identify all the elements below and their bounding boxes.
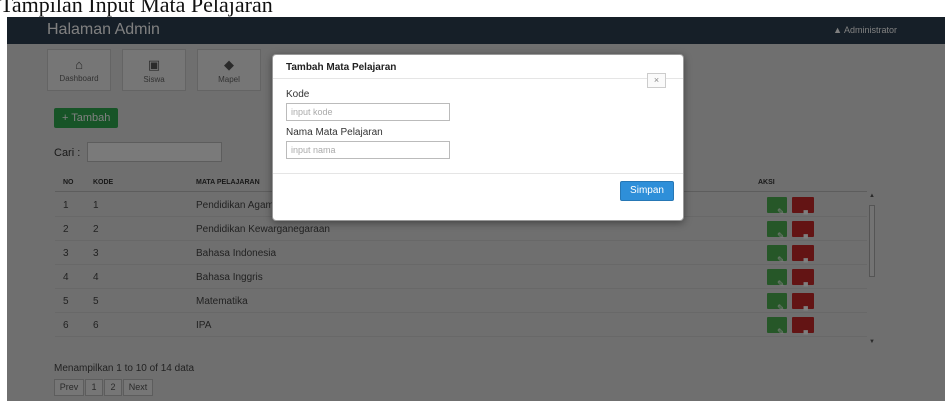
kode-input[interactable] <box>286 103 450 121</box>
save-button[interactable]: Simpan <box>620 181 674 201</box>
document-caption: Tampilan Input Mata Pelajaran <box>0 0 273 17</box>
close-icon[interactable]: × <box>647 73 666 88</box>
nama-input[interactable] <box>286 141 450 159</box>
nama-label: Nama Mata Pelajaran <box>286 127 383 138</box>
admin-screenshot: Halaman Admin ▲Administrator ⌂ Dashboard… <box>7 17 945 401</box>
modal-divider <box>273 78 683 79</box>
modal-title: Tambah Mata Pelajaran <box>286 62 397 73</box>
kode-label: Kode <box>286 89 310 100</box>
add-subject-modal: Tambah Mata Pelajaran × Kode Nama Mata P… <box>272 54 684 221</box>
